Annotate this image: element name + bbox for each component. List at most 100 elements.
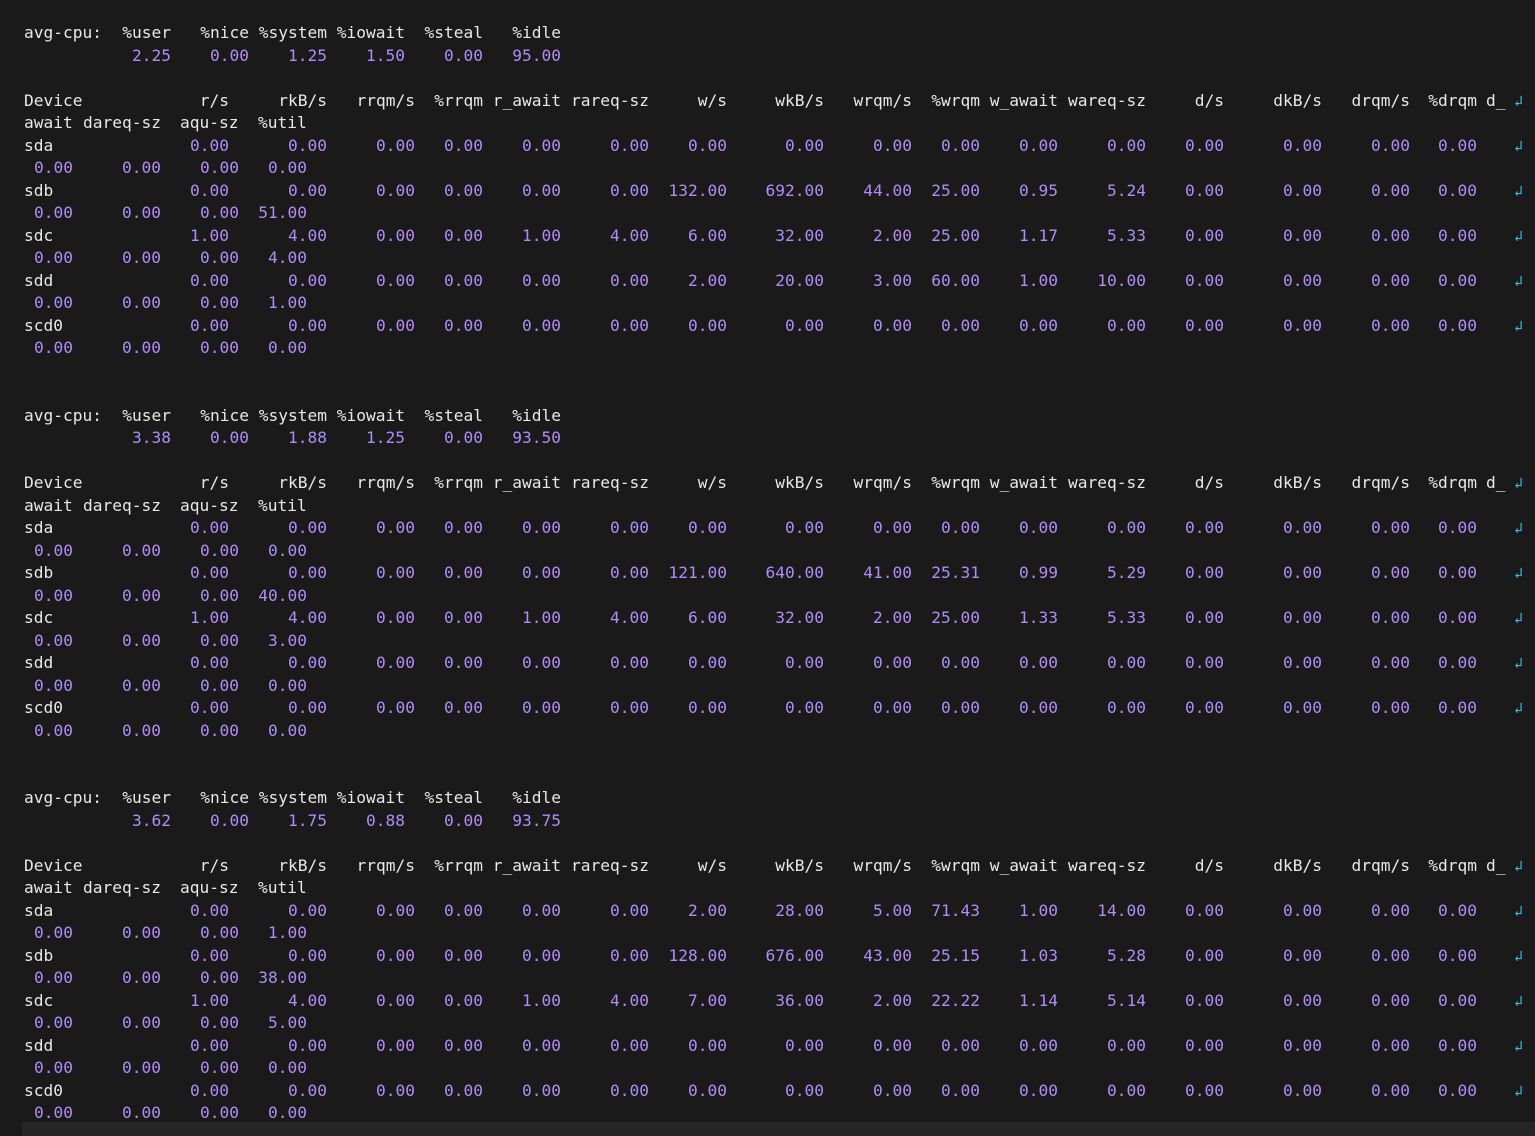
device-stat-value: 0.00 <box>873 135 912 155</box>
device-name: scd0 <box>24 315 63 335</box>
device-stat-value: 0.00 <box>1107 653 1146 672</box>
device-stat-value: 128.00 <box>668 945 727 965</box>
device-stat-value: 0.00 <box>1371 900 1410 920</box>
device-column-header: %drqm <box>1428 473 1477 492</box>
device-column-header: r/s <box>199 90 229 110</box>
device-stat-value: 0.00 <box>1185 135 1224 155</box>
device-stat-value: 0.00 <box>873 518 912 537</box>
device-stat-value: 0.00 <box>1185 563 1224 582</box>
device-stat-value: 0.00 <box>522 518 561 537</box>
device-stat-value: 0.00 <box>1019 653 1058 672</box>
device-stat-value: 0.00 <box>190 270 229 290</box>
terminal-input-line[interactable] <box>22 1122 1535 1136</box>
device-stat-value: 0.00 <box>444 1080 483 1100</box>
wrap-arrow-icon: ↲ <box>1514 271 1524 290</box>
device-stat-value: 5.00 <box>268 1013 307 1032</box>
cpu-value: 0.88 <box>366 810 405 830</box>
device-row-continuation: 0.00 0.00 0.00 3.00 <box>0 630 1535 652</box>
device-stat-value: 0.00 <box>610 1080 649 1100</box>
device-stat-value: 0.00 <box>34 158 73 177</box>
device-stat-value: 0.00 <box>200 720 239 740</box>
device-stat-value: 0.00 <box>873 315 912 335</box>
device-column-header: wrqm/s <box>853 473 912 492</box>
cpu-value: 0.00 <box>444 428 483 447</box>
device-row: sdd 0.00 0.00 0.00 0.00 0.00 0.00 2.00 20.00 3.00… <box>0 270 1535 292</box>
device-name: sdd <box>24 270 54 290</box>
device-stat-value: 0.00 <box>522 900 561 920</box>
device-stat-value: 0.00 <box>444 135 483 155</box>
device-header-row: Device r/s rkB/s rrqm/s %rrqm r_await rareq-sz… <box>0 90 1535 112</box>
device-row: sda 0.00 0.00 0.00 0.00 0.00 0.00 2.00 28.00 5.00… <box>0 900 1535 922</box>
device-stat-value: 1.03 <box>1019 945 1058 965</box>
device-stat-value: 132.00 <box>668 180 727 200</box>
terminal-output[interactable]: avg-cpu: %user %nice %system %iowait %steal %i… <box>0 0 1535 1136</box>
cpu-column-header: %system <box>258 405 327 425</box>
device-column-header: drqm/s <box>1351 90 1410 110</box>
cpu-header-row: avg-cpu: %user %nice %system %iowait %steal %i… <box>0 787 1535 809</box>
device-stat-value: 0.00 <box>444 518 483 537</box>
device-stat-value: 0.00 <box>122 923 161 942</box>
device-stat-value: 5.33 <box>1107 608 1146 627</box>
device-stat-value: 0.00 <box>444 608 483 627</box>
device-stat-value: 0.00 <box>1019 315 1058 335</box>
device-column-header: r/s <box>199 855 229 875</box>
device-stat-value: 1.00 <box>268 923 307 942</box>
device-column-header: d/s <box>1194 473 1224 492</box>
device-column-header: rkB/s <box>278 473 327 492</box>
cpu-value: 3.38 <box>132 428 171 447</box>
device-stat-value: 0.00 <box>34 968 73 987</box>
device-name: sda <box>24 135 54 155</box>
device-stat-value: 0.00 <box>200 158 239 177</box>
device-column-header: aqu-sz <box>180 878 239 897</box>
device-stat-value: 25.00 <box>931 225 980 245</box>
device-stat-value: 0.00 <box>1438 990 1477 1010</box>
device-stat-value: 0.00 <box>444 315 483 335</box>
device-stat-value: 0.00 <box>376 135 415 155</box>
device-stat-value: 0.00 <box>1283 945 1322 965</box>
cpu-value: 1.50 <box>366 45 405 65</box>
device-stat-value: 0.00 <box>190 518 229 537</box>
device-row-continuation: 0.00 0.00 0.00 0.00 <box>0 337 1535 359</box>
device-stat-value: 36.00 <box>775 990 824 1010</box>
device-stat-value: 25.00 <box>931 608 980 627</box>
device-column-header: await <box>24 495 73 515</box>
device-stat-value: 0.00 <box>268 338 307 357</box>
device-stat-value: 0.00 <box>785 653 824 672</box>
device-name: sda <box>24 900 54 920</box>
device-stat-value: 0.00 <box>1185 608 1224 627</box>
device-row: sda 0.00 0.00 0.00 0.00 0.00 0.00 0.00 0.00 0.00 0… <box>0 135 1535 157</box>
device-stat-value: 0.00 <box>522 270 561 290</box>
device-stat-value: 0.00 <box>122 1058 161 1077</box>
cpu-column-header: %steal <box>424 405 483 425</box>
device-stat-value: 51.00 <box>258 203 307 222</box>
device-stat-value: 0.00 <box>1371 698 1410 717</box>
device-stat-value: 0.00 <box>1019 135 1058 155</box>
device-stat-value: 0.00 <box>376 608 415 627</box>
device-column-header: rkB/s <box>278 90 327 110</box>
device-stat-value: 0.00 <box>785 135 824 155</box>
device-stat-value: 0.00 <box>444 900 483 920</box>
device-stat-value: 0.00 <box>688 518 727 537</box>
device-column-header: rrqm/s <box>356 90 415 110</box>
device-stat-value: 0.00 <box>1283 518 1322 537</box>
device-row-continuation: 0.00 0.00 0.00 0.00 <box>0 720 1535 742</box>
device-name: sdc <box>24 990 54 1010</box>
device-stat-value: 1.00 <box>190 225 229 245</box>
device-stat-value: 1.00 <box>1019 900 1058 920</box>
device-stat-value: 32.00 <box>775 225 824 245</box>
device-stat-value: 0.00 <box>268 1058 307 1077</box>
device-stat-value: 0.00 <box>268 540 307 560</box>
device-stat-value: 0.00 <box>122 540 161 560</box>
device-row: scd0 0.00 0.00 0.00 0.00 0.00 0.00 0.00 0.00 0.00… <box>0 1080 1535 1102</box>
cpu-column-header: %user <box>122 23 171 42</box>
device-stat-value: 0.00 <box>288 945 327 965</box>
device-stat-value: 0.00 <box>1371 518 1410 537</box>
device-stat-value: 0.00 <box>376 900 415 920</box>
device-stat-value: 0.00 <box>1438 225 1477 245</box>
device-stat-value: 0.00 <box>1371 1035 1410 1055</box>
device-column-header: aqu-sz <box>180 113 239 132</box>
device-stat-value: 0.00 <box>200 1058 239 1077</box>
device-stat-value: 0.00 <box>1371 270 1410 290</box>
device-stat-value: 0.00 <box>190 653 229 672</box>
device-stat-value: 0.00 <box>34 720 73 740</box>
